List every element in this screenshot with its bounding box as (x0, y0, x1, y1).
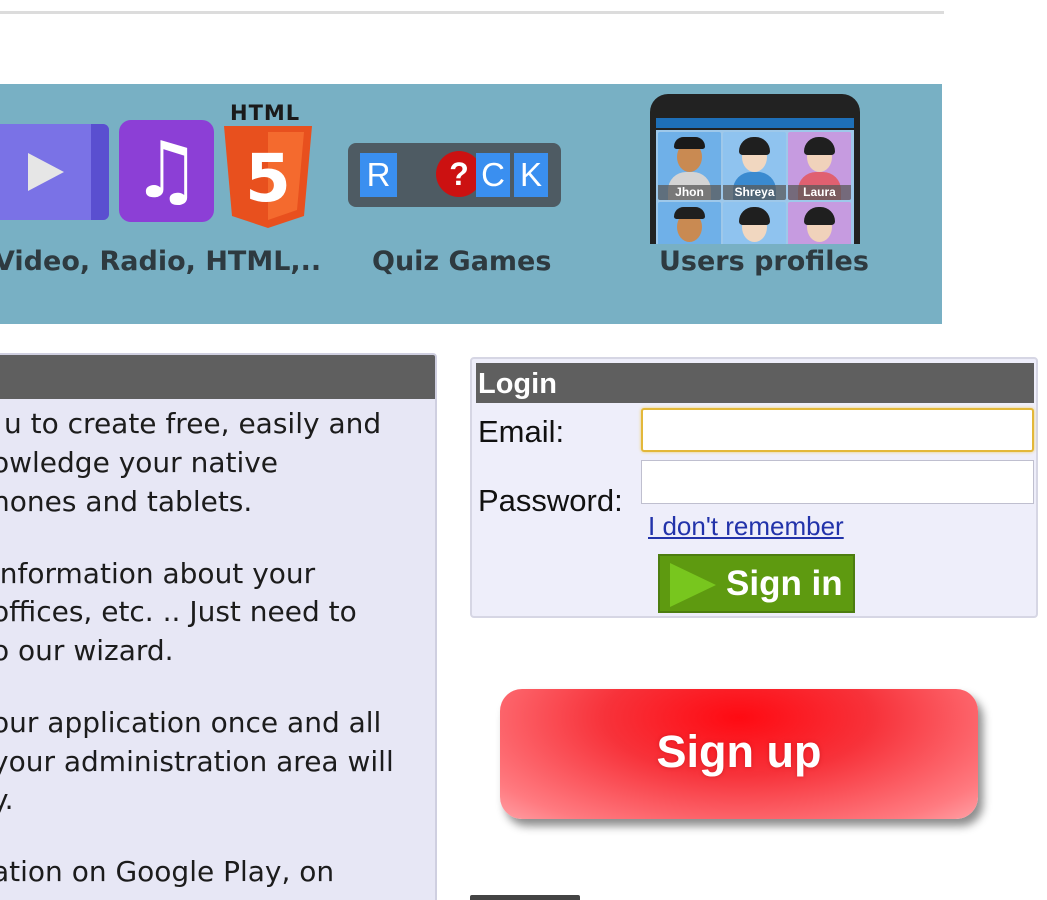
profile-avatar-row2 (723, 202, 786, 244)
feature-label-users: Users profiles (659, 246, 869, 277)
phone-profiles-icon: Jhon Shreya Laura (650, 94, 860, 244)
password-field[interactable] (641, 460, 1034, 504)
info-text-line: u to create free, easily and (4, 407, 382, 440)
info-text-line: your administration area will (0, 745, 394, 778)
info-text-line: o our wizard. (0, 634, 174, 667)
sign-in-label: Sign in (726, 564, 843, 603)
quiz-letter-c: C (476, 153, 510, 197)
profile-name: Laura (788, 185, 851, 200)
html5-shield-number: 5 (245, 140, 291, 217)
html5-shield-icon: 5 (224, 126, 312, 228)
cropped-heading-fragment (470, 895, 580, 900)
password-label: Password: (478, 483, 623, 518)
profile-avatar-row2 (658, 202, 721, 244)
quiz-letter-k: K (514, 153, 548, 197)
info-text-line: offices, etc. .. Just need to (0, 595, 357, 628)
feature-label-media: Video, Radio, HTML,.. (0, 246, 322, 277)
profile-avatar-row2 (788, 202, 851, 244)
features-banner: ♫ HTML 5 Video, Radio, HTML,.. R ? C K Q… (0, 84, 942, 324)
profile-avatar-shreya: Shreya (723, 132, 786, 200)
quiz-letter-r: R (360, 153, 397, 197)
email-field[interactable] (641, 408, 1034, 452)
profile-name: Shreya (723, 185, 786, 200)
login-title: Login (476, 363, 1034, 403)
info-text-line: y. (0, 783, 14, 816)
quiz-icon: R ? C K (348, 143, 561, 207)
profile-avatar-jhon: Jhon (658, 132, 721, 200)
info-text-line: information about your (0, 557, 316, 590)
email-label: Email: (478, 414, 565, 449)
info-text-line: hones and tablets. (0, 485, 253, 518)
info-text-line: owledge your native (0, 446, 279, 479)
top-divider (0, 11, 944, 14)
profile-avatar-laura: Laura (788, 132, 851, 200)
info-panel-header (0, 355, 435, 399)
sign-up-button[interactable]: Sign up (500, 689, 978, 819)
login-form: Login Email: Password: I don't remember … (470, 357, 1038, 618)
info-panel: u to create free, easily and owledge you… (0, 353, 437, 900)
play-arrow-icon (670, 563, 716, 607)
profile-name: Jhon (658, 185, 721, 200)
sign-in-button[interactable]: Sign in (658, 554, 855, 613)
html5-tag-label: HTML (230, 101, 301, 125)
video-play-icon (0, 124, 109, 220)
forgot-password-link[interactable]: I don't remember (648, 511, 844, 542)
info-text-line: our application once and all (0, 706, 382, 739)
music-note-icon: ♫ (119, 120, 214, 222)
feature-label-quiz: Quiz Games (372, 246, 552, 277)
info-text-line: ation on Google Play, on (0, 855, 335, 888)
